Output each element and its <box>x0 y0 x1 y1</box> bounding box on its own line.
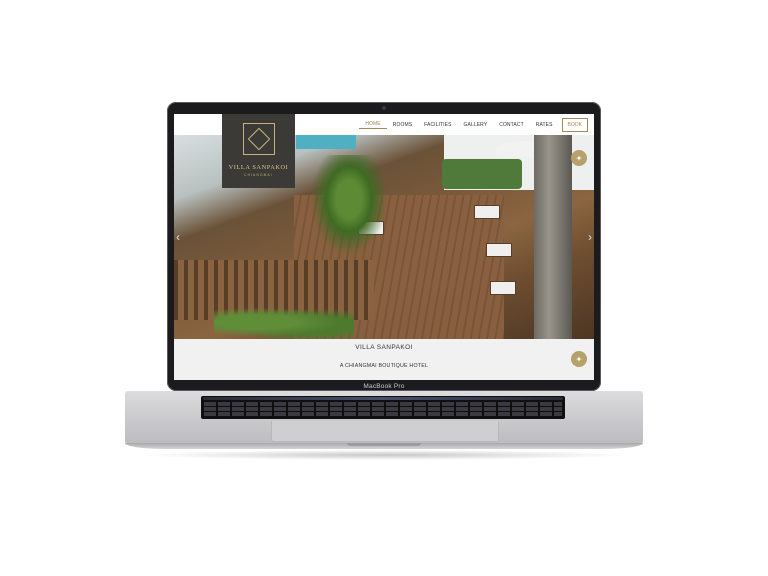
nav-links: HOME ROOMS FACILITIES GALLERY CONTACT RA… <box>359 114 588 135</box>
key-row <box>204 402 562 406</box>
logo-title: VILLA SANPAKOI <box>228 164 289 171</box>
laptop-screen: HOME ROOMS FACILITIES GALLERY CONTACT RA… <box>174 114 594 380</box>
site-logo[interactable]: VILLA SANPAKOI CHIANGMAI <box>222 114 295 188</box>
hero-table <box>474 205 500 219</box>
hero-table <box>490 281 516 295</box>
nav-item-contact[interactable]: CONTACT <box>493 122 530 128</box>
intro-subtitle: A CHIANGMAI BOUTIQUE HOTEL <box>339 363 429 369</box>
nav-item-facilities[interactable]: FACILITIES <box>418 122 457 128</box>
key-row <box>204 412 562 416</box>
hero-table <box>486 243 512 257</box>
lid-notch <box>347 443 421 446</box>
hero-palm <box>304 155 394 265</box>
laptop-deck <box>125 391 643 443</box>
book-button[interactable]: BOOK <box>561 117 588 132</box>
key-row <box>204 407 562 411</box>
nav-item-rooms[interactable]: ROOMS <box>387 122 418 128</box>
hero-tree-trunk <box>534 135 572 339</box>
nav-item-rates[interactable]: RATES <box>530 122 559 128</box>
chevron-left-icon[interactable]: ‹ <box>176 230 180 244</box>
touch-bar <box>203 397 563 400</box>
laptop-base <box>125 391 643 453</box>
intro-section: VILLA SANPAKOI A CHIANGMAI BOUTIQUE HOTE… <box>174 339 594 380</box>
laptop-lid: HOME ROOMS FACILITIES GALLERY CONTACT RA… <box>167 102 601 391</box>
intro-title: VILLA SANPAKOI <box>355 344 413 351</box>
nav-item-gallery[interactable]: GALLERY <box>458 122 494 128</box>
messenger-icon[interactable]: ✦ <box>571 150 587 166</box>
keyboard <box>201 396 565 419</box>
webcam <box>382 106 386 110</box>
trackpad <box>271 421 499 442</box>
hero-hedge <box>442 159 522 189</box>
device-model-label: MacBook Pro <box>363 383 405 390</box>
logo-subtitle: CHIANGMAI <box>244 173 273 177</box>
chevron-right-icon[interactable]: › <box>588 230 592 244</box>
hero-pool <box>296 135 356 149</box>
messenger-icon[interactable]: ✦ <box>571 351 587 367</box>
logo-emblem-icon <box>242 123 275 155</box>
hero-plants <box>214 305 354 339</box>
nav-item-home[interactable]: HOME <box>359 121 387 129</box>
